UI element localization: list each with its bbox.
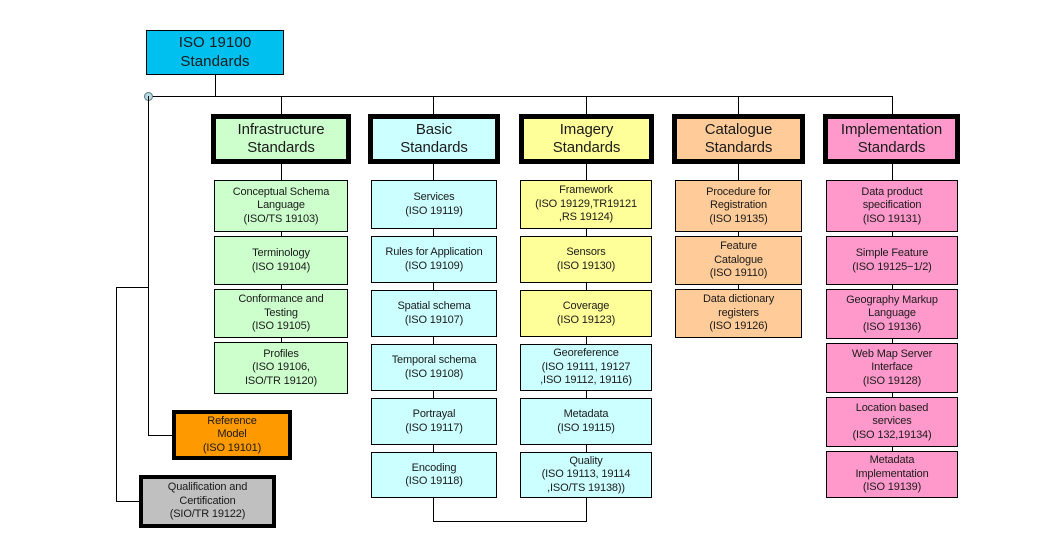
connector-bus-to-catalogue xyxy=(738,96,739,114)
node-imagery-item-2[interactable]: Coverage (ISO 19123) xyxy=(520,290,652,337)
node-basic-item-5[interactable]: Encoding (ISO 19118) xyxy=(371,452,497,498)
connector-bottom-tie-bar xyxy=(433,521,587,522)
connector-basic-bottom-drop xyxy=(433,498,434,522)
diagram-canvas: ISO 19100 Standards Infrastructure Stand… xyxy=(0,0,1059,542)
connector-left-spine xyxy=(148,96,149,436)
node-category-catalogue[interactable]: Catalogue Standards xyxy=(672,114,805,164)
connector-imagery-chain-6 xyxy=(586,445,587,452)
node-basic-item-4[interactable]: Portrayal (ISO 19117) xyxy=(371,398,497,445)
node-infrastructure-item-2[interactable]: Conformance and Testing (ISO 19105) xyxy=(214,289,348,338)
node-catalogue-item-1[interactable]: Feature Catalogue (ISO 19110) xyxy=(675,236,802,285)
node-implementation-item-1[interactable]: Simple Feature (ISO 19125−1/2) xyxy=(826,236,958,285)
connector-outer-left-spine xyxy=(116,287,117,502)
node-catalogue-item-0[interactable]: Procedure for Registration (ISO 19135) xyxy=(675,180,802,232)
node-reference-model[interactable]: Reference Model (ISO 19101) xyxy=(172,410,292,460)
connector-imagery-chain-2 xyxy=(586,229,587,236)
node-implementation-item-5[interactable]: Metadata Implementation (ISO 19139) xyxy=(826,451,958,498)
node-imagery-item-4[interactable]: Metadata (ISO 19115) xyxy=(520,398,652,445)
node-implementation-item-3[interactable]: Web Map Server Interface (ISO 19128) xyxy=(826,343,958,393)
node-infrastructure-item-1[interactable]: Terminology (ISO 19104) xyxy=(214,236,348,285)
connector-basic-chain-2 xyxy=(433,229,434,236)
node-category-imagery[interactable]: Imagery Standards xyxy=(519,114,654,164)
connector-bus-to-infrastructure xyxy=(281,96,282,114)
node-category-infrastructure[interactable]: Infrastructure Standards xyxy=(211,114,351,164)
connector-imagery-chain-5 xyxy=(586,391,587,398)
node-category-basic[interactable]: Basic Standards xyxy=(368,114,500,164)
connector-basic-chain-3 xyxy=(433,283,434,290)
connector-bus-to-implementation xyxy=(892,96,893,114)
node-implementation-item-0[interactable]: Data product specification (ISO 19131) xyxy=(826,180,958,232)
node-infrastructure-item-0[interactable]: Conceptual Schema Language (ISO/TS 19103… xyxy=(214,180,348,232)
node-basic-item-3[interactable]: Temporal schema (ISO 19108) xyxy=(371,344,497,391)
connector-imagery-chain-4 xyxy=(586,337,587,344)
node-catalogue-item-2[interactable]: Data dictionary registers (ISO 19126) xyxy=(675,289,802,338)
connector-imagery-chain-3 xyxy=(586,283,587,290)
connector-imagery-chain-1 xyxy=(586,164,587,180)
node-implementation-item-2[interactable]: Geography Markup Language (ISO 19136) xyxy=(826,289,958,339)
connector-basic-chain-4 xyxy=(433,337,434,344)
connector-imagery-bottom-drop xyxy=(586,498,587,522)
node-category-implementation[interactable]: Implementation Standards xyxy=(823,114,960,164)
connector-bus-to-imagery xyxy=(586,96,587,114)
node-basic-item-0[interactable]: Services (ISO 19119) xyxy=(371,180,497,229)
node-basic-item-2[interactable]: Spatial schema (ISO 19107) xyxy=(371,290,497,337)
node-implementation-item-4[interactable]: Location based services (ISO 132,19134) xyxy=(826,397,958,447)
node-imagery-item-0[interactable]: Framework (ISO 19129,TR19121 ,RS 19124) xyxy=(520,180,652,229)
connector-basic-chain-6 xyxy=(433,445,434,452)
connector-basic-chain-1 xyxy=(433,164,434,180)
node-basic-item-1[interactable]: Rules for Application (ISO 19109) xyxy=(371,236,497,283)
node-imagery-item-1[interactable]: Sensors (ISO 19130) xyxy=(520,236,652,283)
node-infrastructure-item-3[interactable]: Profiles (ISO 19106, ISO/TR 19120) xyxy=(214,342,348,394)
connector-catalogue-chain-1 xyxy=(738,164,739,180)
connector-main-bus xyxy=(148,96,893,97)
connector-infrastructure-chain-1 xyxy=(281,164,282,180)
connector-spine-branch-left xyxy=(116,287,149,288)
connector-implementation-chain-1 xyxy=(892,164,893,180)
node-qualification-certification[interactable]: Qualification and Certification (SIO/TR … xyxy=(139,475,276,528)
node-imagery-item-5[interactable]: Quality (ISO 19113, 19114 ,ISO/TS 19138)… xyxy=(520,452,652,498)
node-root-iso-19100-standards[interactable]: ISO 19100 Standards xyxy=(146,30,284,75)
node-imagery-item-3[interactable]: Georeference (ISO 19111, 19127 ,ISO 1911… xyxy=(520,344,652,391)
connector-root-down xyxy=(215,75,216,97)
connector-basic-chain-5 xyxy=(433,391,434,398)
connector-bus-to-basic xyxy=(433,96,434,114)
